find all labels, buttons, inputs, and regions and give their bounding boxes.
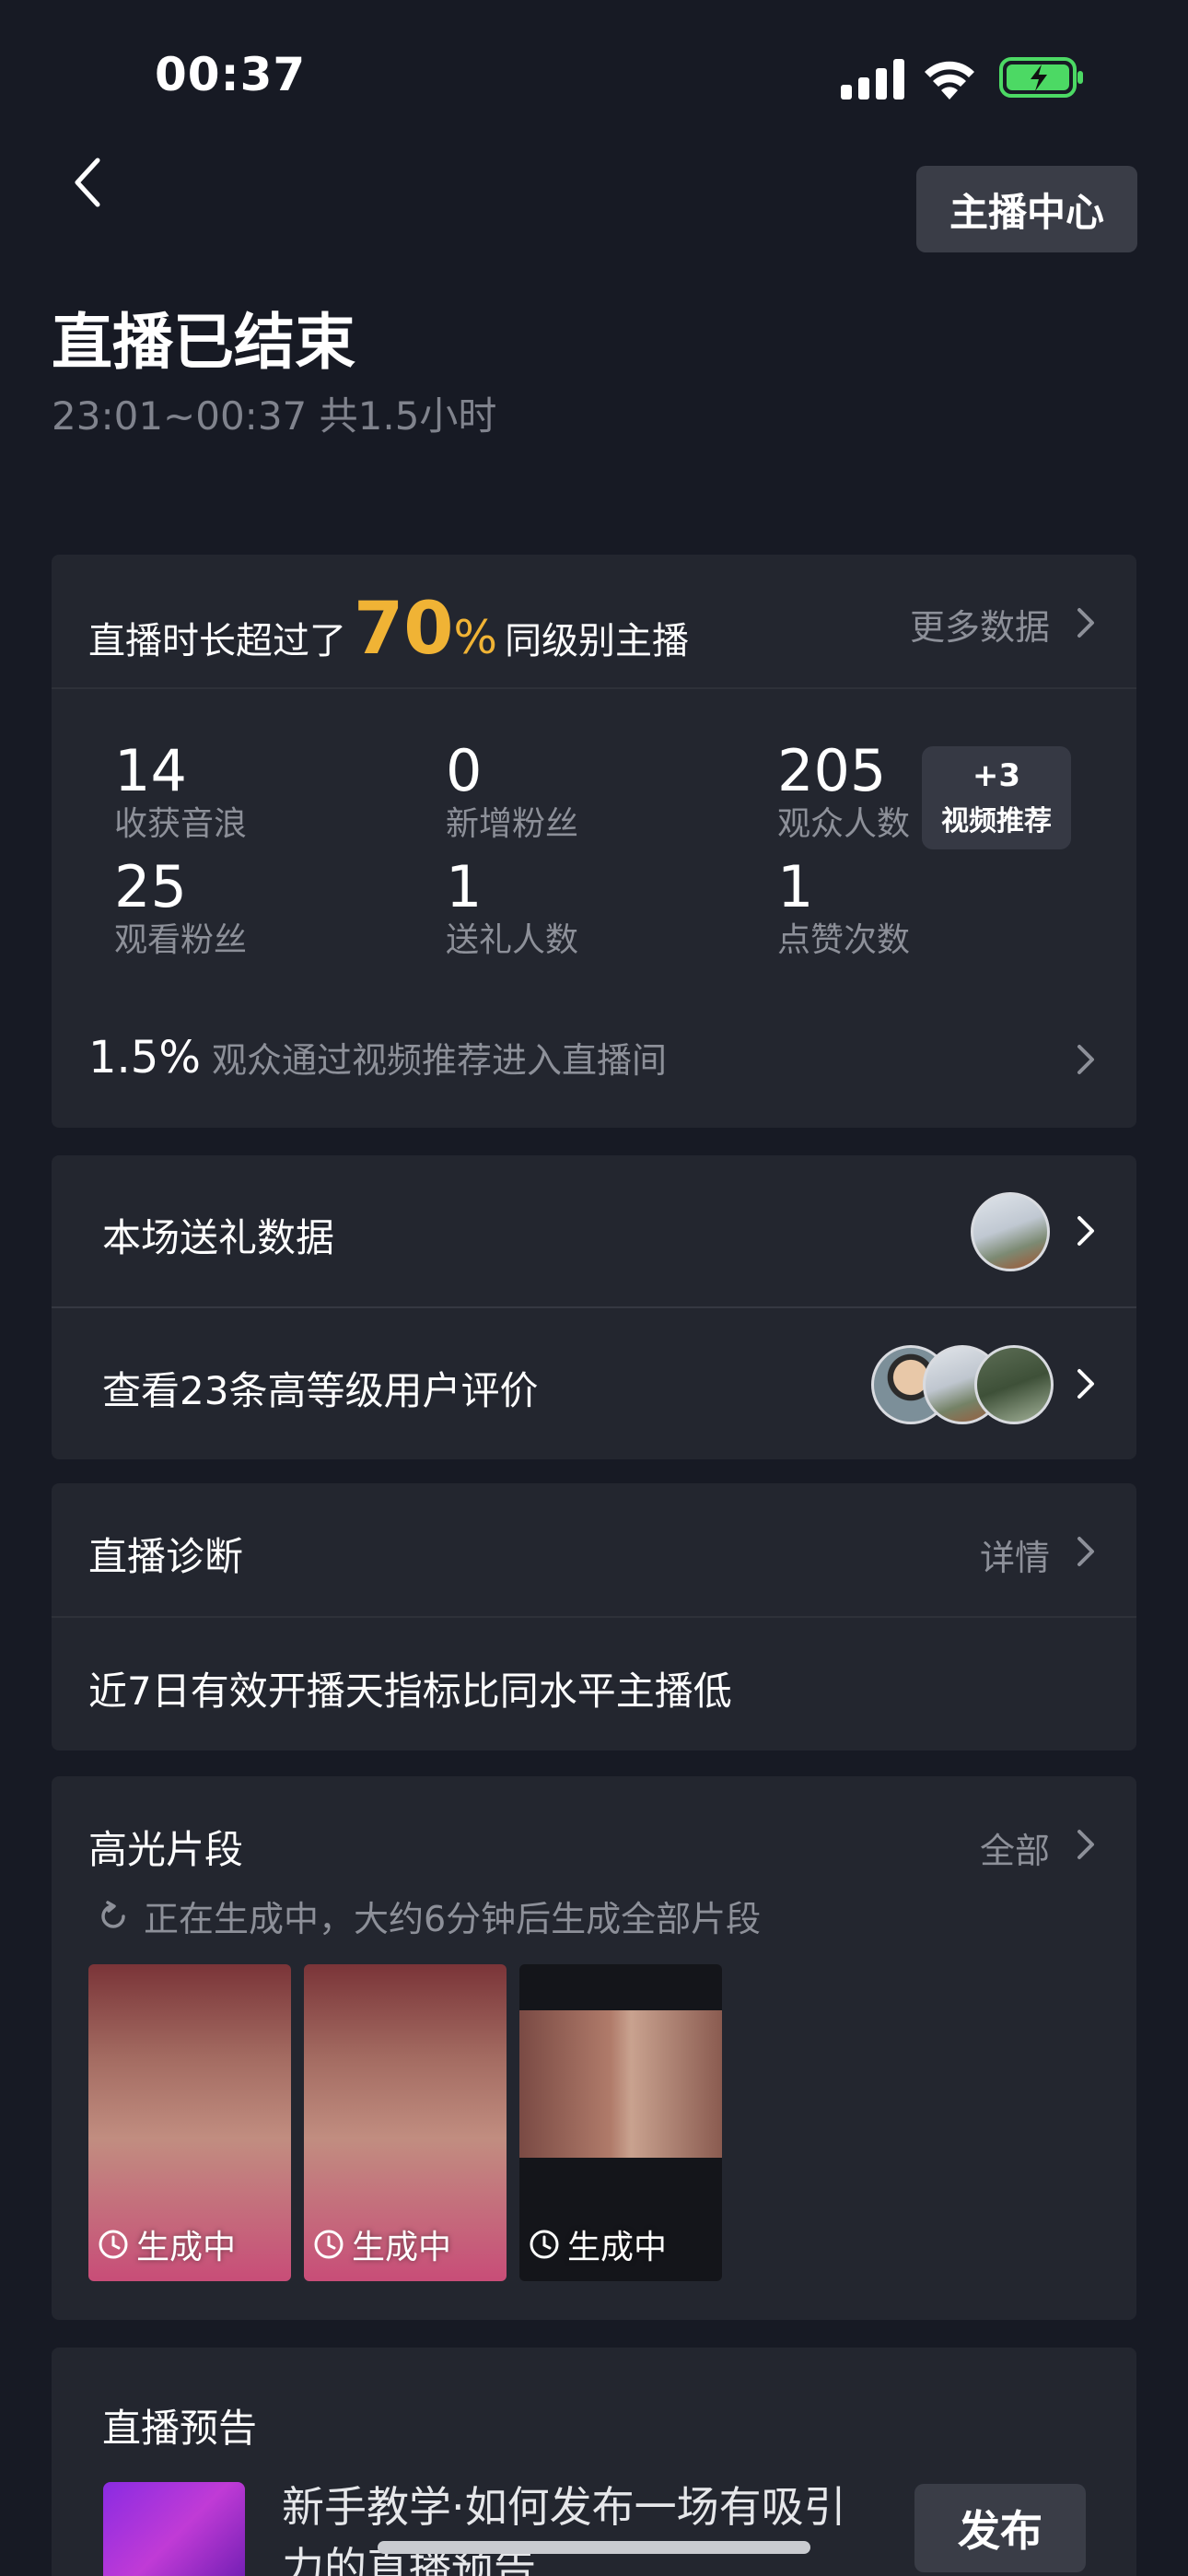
generating-status: 正在生成中，大约6分钟后生成全部片段 xyxy=(96,1891,761,1941)
generating-text: 正在生成中，大约6分钟后生成全部片段 xyxy=(144,1899,762,1939)
stat-label: 点赞次数 xyxy=(777,921,911,959)
video-recommend-badge: +3 视频推荐 xyxy=(922,746,1071,849)
stat-gift-givers: 1 送礼人数 xyxy=(446,855,722,962)
status-time: 00:37 xyxy=(155,48,307,101)
home-indicator[interactable] xyxy=(378,2541,810,2554)
badge-text: 视频推荐 xyxy=(941,805,1052,837)
diagnosis-title: 直播诊断 xyxy=(88,1534,244,1579)
stat-value: 25 xyxy=(114,853,187,920)
gift-data-card: 本场送礼数据 查看23条高等级用户评价 xyxy=(52,1155,1136,1459)
divider xyxy=(52,1306,1136,1308)
stat-value: 0 xyxy=(446,737,483,804)
back-arrow-icon[interactable] xyxy=(66,155,112,210)
recommend-percent: 1.5% xyxy=(88,1032,201,1083)
preview-tutorial-text[interactable]: 新手教学·如何发布一场有吸引力的直播预告 xyxy=(282,2476,871,2576)
clip-status: 生成中 xyxy=(313,2220,451,2268)
stat-watching-fans: 25 观看粉丝 xyxy=(114,855,390,962)
chevron-right-icon[interactable] xyxy=(1076,1367,1096,1400)
stat-label: 新增粉丝 xyxy=(446,805,579,843)
chevron-right-icon[interactable] xyxy=(1076,1043,1096,1076)
user-reviews-row[interactable]: 查看23条高等级用户评价 xyxy=(102,1360,538,1416)
stat-likes: 1 点赞次数 xyxy=(777,855,1054,962)
highlight-clip[interactable]: 生成中 xyxy=(519,1964,722,2281)
rank-percent: 70 xyxy=(354,588,454,671)
more-data-link[interactable]: 更多数据 xyxy=(910,599,1050,650)
stat-label: 收获音浪 xyxy=(114,805,248,843)
chevron-right-icon[interactable] xyxy=(1076,1828,1096,1861)
stat-label: 观看粉丝 xyxy=(114,921,248,959)
rank-percent-sign: % xyxy=(453,611,498,664)
avatar xyxy=(974,1345,1054,1424)
gift-data-row[interactable]: 本场送礼数据 xyxy=(102,1207,334,1263)
refresh-icon xyxy=(101,1900,125,1928)
cellular-signal-icon xyxy=(841,59,904,100)
clip-caption: 生成中 xyxy=(352,2229,452,2266)
clock-icon xyxy=(314,2230,344,2259)
live-duration: 23:01~00:37 共1.5小时 xyxy=(52,393,497,439)
highlight-clip[interactable]: 生成中 xyxy=(88,1964,291,2281)
chevron-right-icon[interactable] xyxy=(1076,1535,1096,1568)
highlight-clip[interactable]: 生成中 xyxy=(304,1964,507,2281)
status-bar: 00:37 xyxy=(0,0,1188,147)
stat-label: 送礼人数 xyxy=(446,921,579,959)
chevron-right-icon[interactable] xyxy=(1076,1214,1096,1247)
clip-status: 生成中 xyxy=(98,2220,236,2268)
live-diagnosis-card: 直播诊断 详情 近7日有效开播天指标比同水平主播低 xyxy=(52,1483,1136,1751)
stat-value: 14 xyxy=(114,737,187,804)
clip-caption: 生成中 xyxy=(136,2229,237,2266)
video-recommend-summary[interactable]: 1.5% 观众通过视频推荐进入直播间 xyxy=(88,1032,667,1083)
wifi-icon xyxy=(925,61,974,100)
diagnosis-message: 近7日有效开播天指标比同水平主播低 xyxy=(88,1669,732,1714)
anchor-center-button[interactable]: 主播中心 xyxy=(916,166,1137,252)
divider xyxy=(52,687,1136,689)
recommend-text: 观众通过视频推荐进入直播间 xyxy=(212,1040,668,1081)
preview-title: 直播预告 xyxy=(102,2406,258,2451)
highlights-title: 高光片段 xyxy=(88,1827,244,1872)
avatar xyxy=(971,1192,1050,1271)
stat-new-fans: 0 新增粉丝 xyxy=(446,739,722,846)
rank-prefix: 直播时长超过了 xyxy=(88,620,346,662)
page-title: 直播已结束 xyxy=(52,307,355,378)
clip-caption: 生成中 xyxy=(567,2229,668,2266)
clip-preview-image xyxy=(519,2010,722,2158)
chevron-right-icon[interactable] xyxy=(1076,606,1096,639)
badge-count: +3 xyxy=(972,757,1021,794)
battery-charging-icon xyxy=(999,57,1083,98)
publish-button[interactable]: 发布 xyxy=(914,2484,1086,2572)
divider xyxy=(52,1616,1136,1618)
highlights-all-link[interactable]: 全部 xyxy=(980,1822,1050,1873)
clock-icon xyxy=(530,2230,559,2259)
live-summary-card: 直播时长超过了 70 % 同级别主播 更多数据 14 收获音浪 0 新增粉丝 2… xyxy=(52,555,1136,1128)
clip-status: 生成中 xyxy=(529,2220,667,2268)
stat-sound-waves: 14 收获音浪 xyxy=(114,739,390,846)
duration-rank: 直播时长超过了 70 % 同级别主播 xyxy=(88,588,689,671)
stat-value: 1 xyxy=(777,853,814,920)
highlights-card: 高光片段 全部 正在生成中，大约6分钟后生成全部片段 生成中 生成中 生成中 xyxy=(52,1776,1136,2320)
preview-thumbnail[interactable] xyxy=(103,2482,245,2576)
diagnosis-detail-link[interactable]: 详情 xyxy=(980,1529,1050,1580)
clock-icon xyxy=(99,2230,128,2259)
rank-suffix: 同级别主播 xyxy=(505,620,690,662)
stat-value: 1 xyxy=(446,853,483,920)
